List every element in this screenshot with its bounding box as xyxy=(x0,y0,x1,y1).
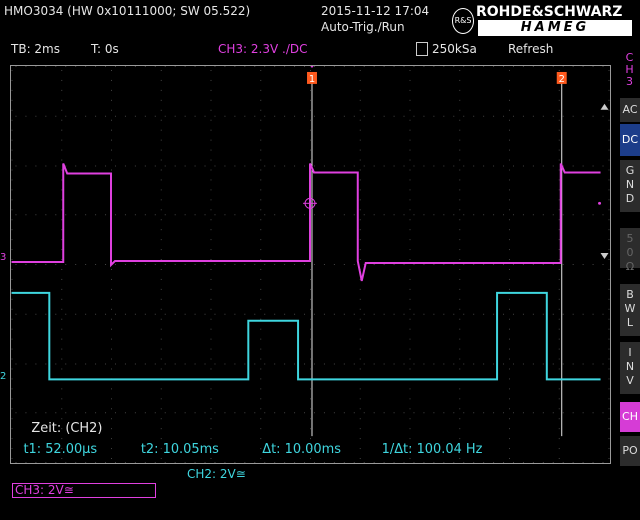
trigger-time-readout[interactable]: T: 0s xyxy=(91,42,119,56)
position-button[interactable]: PO xyxy=(620,436,640,466)
ch3-select-button[interactable]: CH xyxy=(620,402,640,432)
side-button-letter: Ω xyxy=(625,260,635,273)
side-button-letter: W xyxy=(624,302,636,315)
date-time: 2015-11-12 17:04 xyxy=(321,4,430,18)
gnd-label: GND xyxy=(620,164,640,206)
device-info: HMO3034 (HW 0x10111000; SW 05.522) xyxy=(4,4,251,18)
side-button-letter: L xyxy=(626,316,634,329)
measurement-t1: t1: 52.00µs xyxy=(23,442,97,457)
bandwidth-limit-button[interactable]: BWL xyxy=(620,284,640,336)
side-button-letter: N xyxy=(625,360,635,373)
brand-name-top: ROHDE&SCHWARZ xyxy=(476,4,623,20)
trigger-channel-readout[interactable]: CH3: 2.3V ./DC xyxy=(218,42,307,56)
brand-logo: R&S ROHDE&SCHWARZ HAMEG xyxy=(452,4,636,38)
side-button-letter: B xyxy=(626,288,634,301)
sample-rate-readout: 250kSa xyxy=(432,42,477,56)
impedance-label: 50Ω xyxy=(620,232,640,274)
side-menu-title-3: 3 xyxy=(626,75,633,88)
coupling-gnd-button[interactable]: GND xyxy=(620,160,640,212)
ch3-ground-marker[interactable]: 3 xyxy=(0,251,6,265)
ch3-scale-readout[interactable]: CH3: 2V≅ xyxy=(12,483,156,498)
acquisition-mode[interactable]: Refresh xyxy=(508,42,553,56)
measurement-delta-t: Δt: 10.00ms xyxy=(262,442,341,457)
measurement-t2: t2: 10.05ms xyxy=(141,442,219,457)
display-background xyxy=(11,66,610,463)
side-button-letter: 0 xyxy=(626,246,634,259)
ch2-scale-readout[interactable]: CH2: 2V≅ xyxy=(187,467,246,481)
side-button-letter: N xyxy=(625,178,635,191)
timebase-readout[interactable]: TB: 2ms xyxy=(11,42,60,56)
side-button-letter: G xyxy=(625,164,635,177)
side-button-letter: D xyxy=(625,192,635,205)
trigger-mode: Auto-Trig./Run xyxy=(321,20,405,34)
side-button-letter: I xyxy=(628,346,632,359)
measurement-title: Zeit: (CH2) xyxy=(31,421,102,436)
waveform-display[interactable]: 1 2 Zeit: (CH2) t1: 52.00µs t2: 10.05ms … xyxy=(10,65,611,464)
bwl-label: BWL xyxy=(620,288,640,330)
cursor-2-label: 2 xyxy=(559,74,565,85)
offset-marker xyxy=(598,201,602,205)
brand-badge-icon: R&S xyxy=(452,8,474,34)
side-button-letter: 5 xyxy=(626,232,634,245)
impedance-50-button[interactable]: 50Ω xyxy=(620,228,640,273)
memory-icon xyxy=(416,42,428,56)
side-button-letter: V xyxy=(626,374,634,387)
invert-button[interactable]: INV xyxy=(620,342,640,394)
coupling-ac-button[interactable]: AC xyxy=(620,98,640,122)
ch2-ground-marker[interactable]: 2 xyxy=(0,370,6,384)
coupling-dc-button[interactable]: DC xyxy=(620,124,640,156)
inv-label: INV xyxy=(620,346,640,388)
cursor-1-label: 1 xyxy=(309,74,315,85)
measurement-frequency: 1/Δt: 100.04 Hz xyxy=(382,442,483,457)
brand-name-bottom: HAMEG xyxy=(478,20,632,36)
